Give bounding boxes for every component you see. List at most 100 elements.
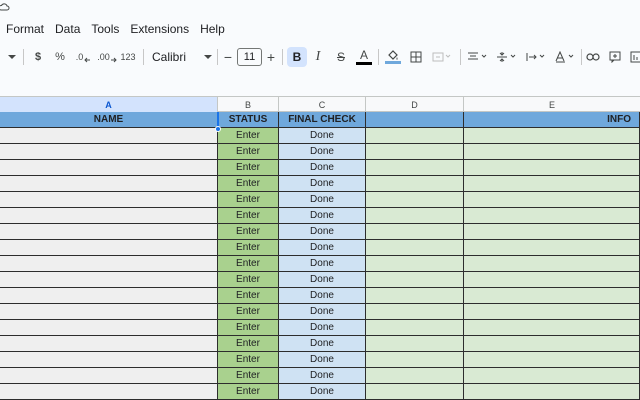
cell-status[interactable]: Enter [218,192,279,208]
bold-button[interactable]: B [287,47,307,67]
increase-font-size-button[interactable]: + [264,44,278,70]
cell-name[interactable] [0,128,218,144]
cell-status[interactable]: Enter [218,240,279,256]
cell-status[interactable]: Enter [218,352,279,368]
cell-d[interactable] [366,320,464,336]
cell-name[interactable] [0,176,218,192]
cell-d[interactable] [366,368,464,384]
vertical-align-button[interactable] [494,44,520,70]
header-cell-final-check[interactable]: FINAL CHECK [279,112,366,128]
cell-info[interactable] [464,304,640,320]
cell-info[interactable] [464,208,640,224]
cell-name[interactable] [0,208,218,224]
cell-status[interactable]: Enter [218,320,279,336]
increase-decimal-button[interactable]: .00 [96,44,118,70]
cell-info[interactable] [464,288,640,304]
cell-d[interactable] [366,272,464,288]
decrease-decimal-button[interactable]: .0 [72,44,94,70]
italic-button[interactable]: I [310,44,326,70]
column-header-d[interactable]: D [366,97,464,112]
cell-final-check[interactable]: Done [279,256,366,272]
cell-info[interactable] [464,160,640,176]
cell-name[interactable] [0,240,218,256]
cell-d[interactable] [366,304,464,320]
cell-name[interactable] [0,224,218,240]
cell-final-check[interactable]: Done [279,176,366,192]
cell-info[interactable] [464,336,640,352]
cell-name[interactable] [0,288,218,304]
cell-info[interactable] [464,352,640,368]
cell-final-check[interactable]: Done [279,352,366,368]
cell-d[interactable] [366,176,464,192]
column-header-e[interactable]: E [464,97,640,112]
cell-status[interactable]: Enter [218,336,279,352]
cell-status[interactable]: Enter [218,288,279,304]
cell-status[interactable]: Enter [218,144,279,160]
cell-name[interactable] [0,256,218,272]
insert-chart-button[interactable] [628,44,640,70]
cell-name[interactable] [0,144,218,160]
cell-status[interactable]: Enter [218,176,279,192]
fill-color-button[interactable] [384,44,402,70]
menu-tools[interactable]: Tools [91,20,119,38]
cell-info[interactable] [464,144,640,160]
cell-name[interactable] [0,320,218,336]
cell-status[interactable]: Enter [218,128,279,144]
cell-final-check[interactable]: Done [279,304,366,320]
column-header-b[interactable]: B [218,97,279,112]
insert-link-button[interactable] [585,44,601,70]
percent-format-button[interactable]: % [52,44,68,70]
header-cell-status[interactable]: STATUS [218,112,279,128]
cell-final-check[interactable]: Done [279,128,366,144]
cell-d[interactable] [366,384,464,400]
cell-status[interactable]: Enter [218,208,279,224]
cell-name[interactable] [0,384,218,400]
cell-final-check[interactable]: Done [279,336,366,352]
cell-final-check[interactable]: Done [279,320,366,336]
cell-d[interactable] [366,352,464,368]
cell-final-check[interactable]: Done [279,368,366,384]
horizontal-align-button[interactable] [465,44,491,70]
cell-status[interactable]: Enter [218,272,279,288]
cell-status[interactable]: Enter [218,368,279,384]
cell-status[interactable]: Enter [218,384,279,400]
strikethrough-button[interactable]: S [333,44,349,70]
borders-button[interactable] [408,44,424,70]
cell-info[interactable] [464,192,640,208]
header-cell-name[interactable]: NAME [0,112,218,128]
number-format-button[interactable]: 123 [118,44,138,70]
cell-d[interactable] [366,144,464,160]
cell-final-check[interactable]: Done [279,224,366,240]
cell-d[interactable] [366,256,464,272]
column-header-a[interactable]: A [0,97,218,112]
cell-name[interactable] [0,336,218,352]
cell-info[interactable] [464,256,640,272]
cell-final-check[interactable]: Done [279,208,366,224]
cell-d[interactable] [366,240,464,256]
selection-fill-handle[interactable] [215,126,221,132]
menu-data[interactable]: Data [55,20,80,38]
cell-info[interactable] [464,320,640,336]
cell-final-check[interactable]: Done [279,288,366,304]
cell-final-check[interactable]: Done [279,272,366,288]
text-rotation-button[interactable] [552,44,578,70]
cell-final-check[interactable]: Done [279,144,366,160]
cell-status[interactable]: Enter [218,256,279,272]
cell-name[interactable] [0,272,218,288]
cell-info[interactable] [464,128,640,144]
text-color-button[interactable]: A [355,44,373,70]
merge-cells-button[interactable] [430,44,456,70]
insert-comment-button[interactable] [607,44,623,70]
cell-name[interactable] [0,160,218,176]
column-header-c[interactable]: C [279,97,366,112]
cell-name[interactable] [0,304,218,320]
cell-d[interactable] [366,128,464,144]
cell-status[interactable]: Enter [218,304,279,320]
font-size-input[interactable]: 11 [237,48,262,66]
chevron-down-icon[interactable] [6,44,18,70]
cell-d[interactable] [366,160,464,176]
header-cell-info[interactable]: INFO [464,112,640,128]
cell-name[interactable] [0,352,218,368]
cell-info[interactable] [464,240,640,256]
cell-info[interactable] [464,384,640,400]
